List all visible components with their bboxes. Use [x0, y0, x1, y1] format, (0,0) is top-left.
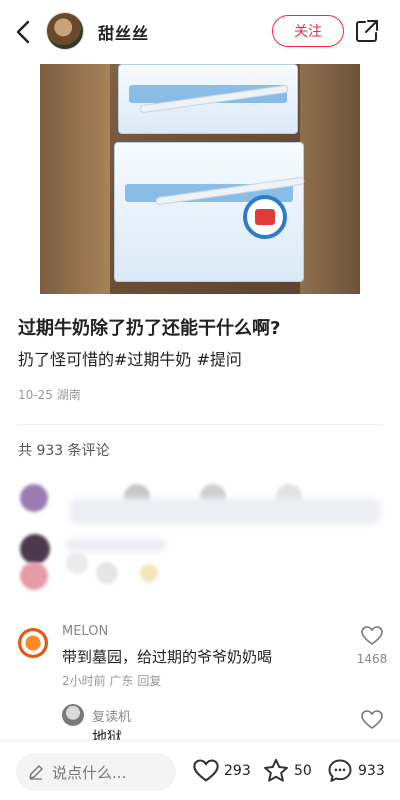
- share-icon: [356, 20, 378, 42]
- heart-icon: [193, 759, 219, 782]
- comment-item: 复读机 地狱: [0, 700, 400, 746]
- comment-bubble-icon: [328, 759, 352, 782]
- commenter-avatar[interactable]: [62, 704, 84, 726]
- comment-location: 广东: [109, 674, 134, 688]
- comment-time: 2小时前: [62, 674, 106, 688]
- comment-text[interactable]: 带到墓园，给过期的爷爷奶奶喝: [62, 646, 272, 667]
- box-flap: [40, 64, 110, 294]
- post-title: 过期牛奶除了扔了还能干什么啊?: [18, 318, 281, 339]
- comment-like-button[interactable]: [360, 708, 384, 732]
- follow-button[interactable]: 关注: [272, 15, 344, 47]
- post-location: 湖南: [56, 388, 81, 402]
- commenter-avatar[interactable]: [18, 628, 48, 658]
- like-button[interactable]: 293: [192, 755, 251, 787]
- brand-logo: [243, 195, 287, 239]
- blurred-content: [0, 478, 400, 608]
- comment-like-button[interactable]: [360, 624, 384, 648]
- post-image[interactable]: [40, 64, 360, 294]
- collect-button[interactable]: 50: [262, 755, 312, 787]
- author-name[interactable]: 甜丝丝: [98, 20, 149, 44]
- back-button[interactable]: [12, 18, 34, 46]
- commenter-name[interactable]: MELON: [62, 624, 108, 639]
- comment-count: 共 933 条评论: [18, 443, 110, 459]
- share-button[interactable]: [354, 18, 380, 44]
- star-icon: [264, 758, 288, 782]
- heart-icon: [361, 626, 383, 645]
- comments-button[interactable]: 933: [326, 755, 385, 787]
- comment-input-placeholder: 说点什么...: [52, 763, 127, 782]
- commenter-name[interactable]: 复读机: [92, 706, 131, 725]
- comment-like-count: 1468: [356, 652, 388, 666]
- reply-link[interactable]: 回复: [137, 674, 161, 688]
- comment-item: MELON 带到墓园，给过期的爷爷奶奶喝 2小时前 广东 回复 1468: [0, 622, 400, 692]
- like-count: 293: [224, 763, 251, 779]
- comment-meta: 2小时前 广东 回复: [62, 672, 161, 689]
- comments-count: 933: [358, 763, 385, 779]
- author-avatar[interactable]: [46, 12, 84, 50]
- heart-icon: [361, 710, 383, 729]
- bottom-action-bar: 说点什么... 293 50 933: [0, 740, 400, 800]
- box-flap: [300, 64, 360, 294]
- milk-carton: [118, 64, 298, 134]
- pencil-icon: [29, 765, 43, 780]
- post-body: 扔了怪可惜的#过期牛奶 #提问: [18, 350, 242, 369]
- comment-input[interactable]: 说点什么...: [16, 753, 176, 791]
- post-date: 10-25: [18, 388, 53, 402]
- collect-count: 50: [294, 763, 312, 779]
- top-nav-bar: 甜丝丝 关注: [0, 0, 400, 64]
- post-meta: 10-25 湖南: [18, 386, 81, 403]
- chevron-left-icon: [16, 20, 30, 44]
- divider: [18, 424, 382, 425]
- milk-carton: [114, 142, 305, 282]
